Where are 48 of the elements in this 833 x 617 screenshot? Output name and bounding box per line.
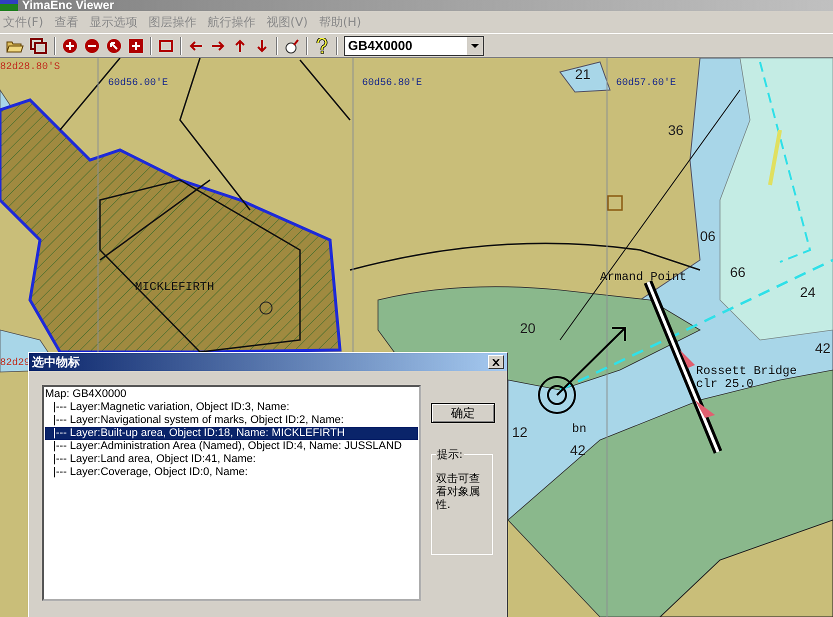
- magnifier-icon[interactable]: [284, 38, 300, 54]
- arrow-icon: [556, 327, 626, 396]
- tree-item[interactable]: |--- Layer:Built-up area, Object ID:18, Name: MICKLEFIRTH: [45, 427, 418, 440]
- depth-sounding: 12: [512, 424, 528, 440]
- hint-text: 双击可查看对象属性.: [436, 472, 481, 511]
- plus-box-icon[interactable]: [128, 38, 144, 54]
- map-label: Rossett Bridge: [696, 364, 797, 378]
- map-label: bn: [572, 422, 586, 436]
- pointer-icon[interactable]: [106, 38, 122, 54]
- zoom-out-icon[interactable]: [84, 38, 100, 54]
- app-logo-icon: [0, 0, 18, 11]
- close-icon: [492, 358, 500, 366]
- depth-sounding: 20: [520, 320, 536, 336]
- tree-item[interactable]: |--- Layer:Magnetic variation, Object ID:3, Name:: [45, 401, 418, 414]
- depth-sounding: 21: [575, 66, 591, 82]
- depth-sounding: 06: [700, 228, 716, 244]
- rectangle-icon[interactable]: [158, 38, 174, 54]
- tree-item[interactable]: |--- Layer:Administration Area (Named), Object ID:4, Name: JUSSLAND: [45, 440, 418, 453]
- close-button[interactable]: [488, 355, 504, 369]
- tree-item[interactable]: |--- Layer:Navigational system of marks, Object ID:2, Name:: [45, 414, 418, 427]
- tree-item[interactable]: |--- Layer:Coverage, Object ID:0, Name:: [45, 466, 418, 479]
- coordinate-label: 60d57.60'E: [616, 78, 676, 89]
- hint-title: 提示:: [436, 447, 464, 462]
- light-flare-icon: [680, 350, 695, 368]
- ok-button[interactable]: 确定: [431, 403, 495, 423]
- depth-sounding: 36: [668, 122, 684, 138]
- chart-dropdown[interactable]: GB4X0000: [344, 36, 484, 56]
- coordinate-label: 82d28.80'S: [0, 62, 60, 73]
- tree-item[interactable]: |--- Layer:Land area, Object ID:41, Name:: [45, 453, 418, 466]
- light-sector-icon: [768, 130, 782, 186]
- circle-mark-icon: [260, 302, 272, 314]
- dialog-title: 选中物标: [32, 354, 80, 370]
- depth-sounding: 24: [800, 284, 816, 300]
- square-mark-icon: [607, 195, 623, 211]
- coordinate-label: 60d56.00'E: [108, 78, 168, 89]
- depth-sounding: 42: [570, 442, 586, 458]
- tree-item[interactable]: Map: GB4X0000: [45, 388, 418, 401]
- water-area: [559, 61, 611, 93]
- windows-icon[interactable]: [30, 38, 48, 54]
- light-flare-icon: [695, 400, 715, 418]
- map-label: clr 25.0: [696, 377, 754, 391]
- zoom-in-icon[interactable]: [62, 38, 78, 54]
- depth-sounding: 66: [730, 264, 746, 280]
- depth-sounding: 42: [815, 340, 831, 356]
- coordinate-label: 60d56.80'E: [362, 78, 422, 89]
- beacon-drawing: [538, 376, 576, 414]
- help-icon[interactable]: [314, 38, 330, 54]
- window-title: YimaEnc Viewer: [22, 0, 114, 11]
